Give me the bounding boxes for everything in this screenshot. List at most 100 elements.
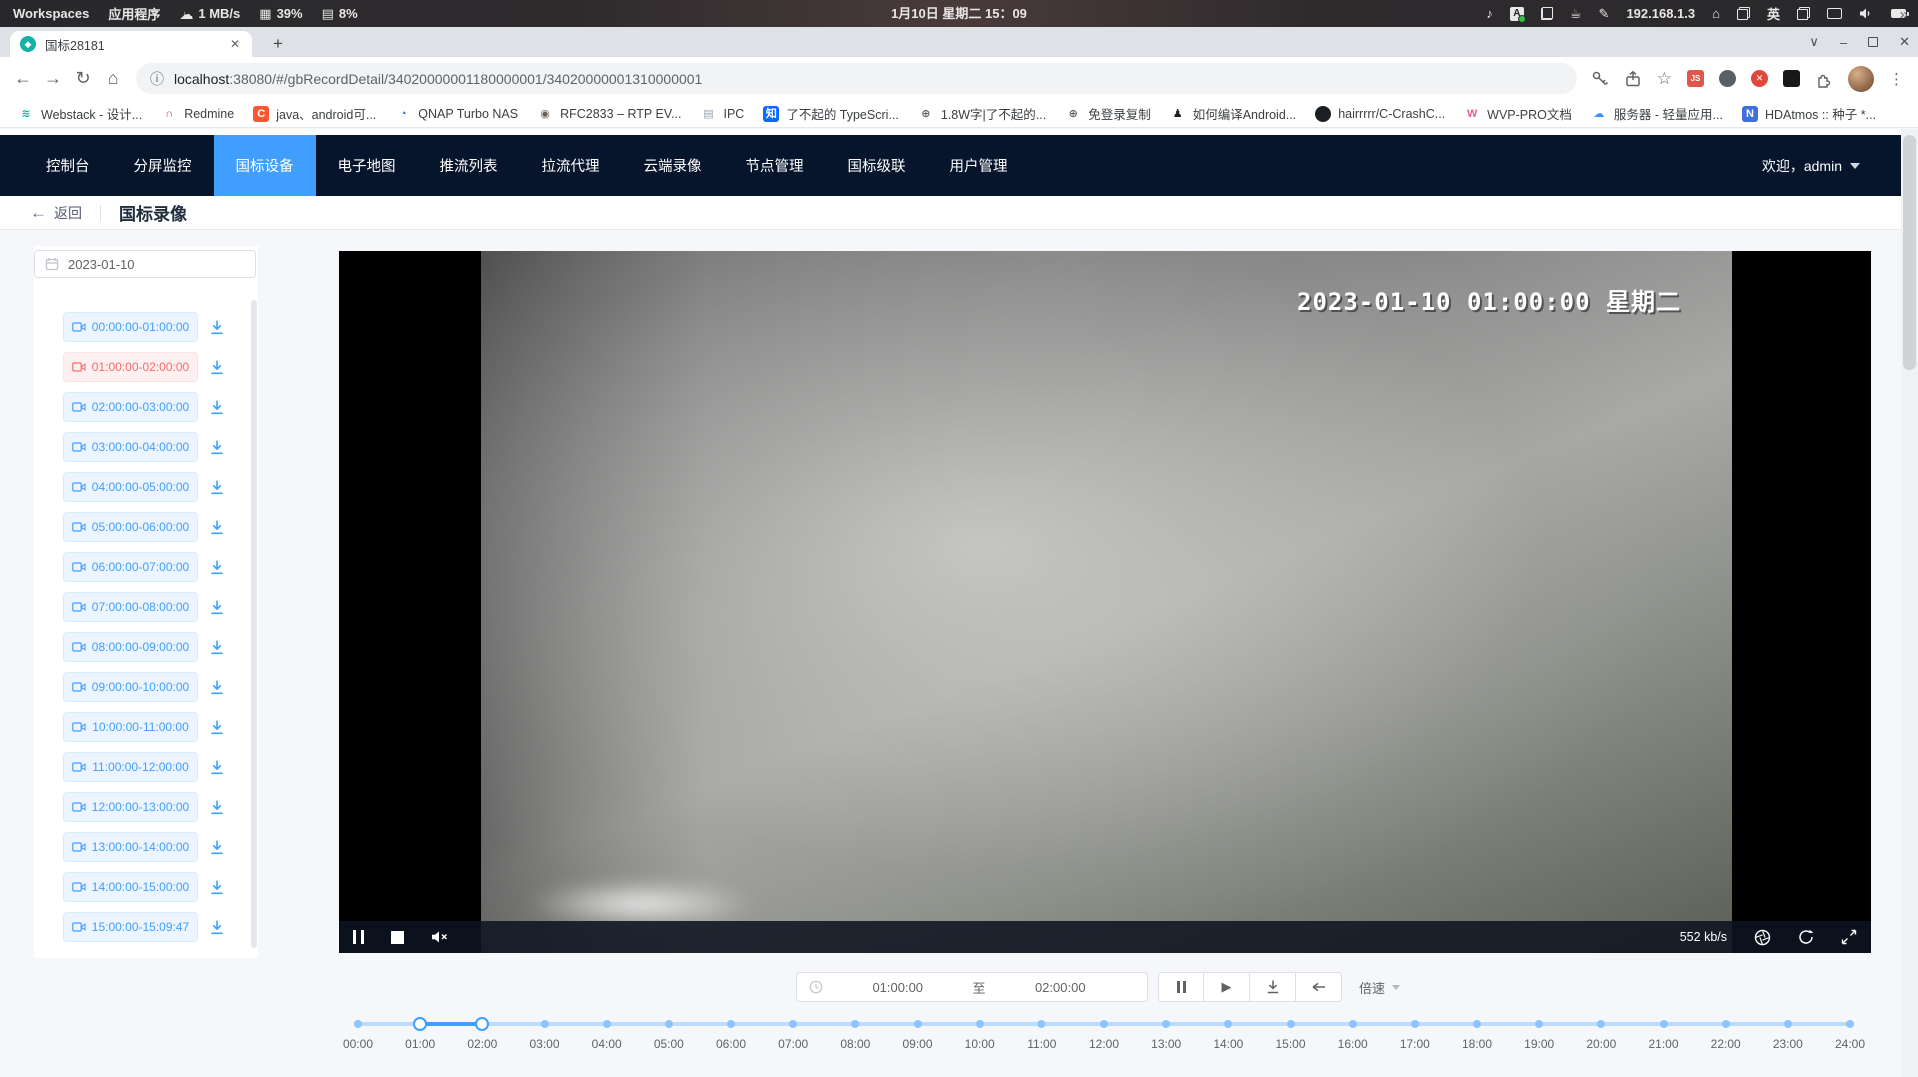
playback-speed-dropdown[interactable]: 倍速 xyxy=(1355,972,1404,1002)
address-bar[interactable]: ⓘ localhost:38080/#/gbRecordDetail/34020… xyxy=(136,63,1577,94)
back-link[interactable]: 返回 xyxy=(54,203,82,223)
refresh-icon[interactable] xyxy=(1798,929,1814,945)
recording-segment-button[interactable]: 01:00:00-02:00:00 xyxy=(63,352,198,382)
play-button[interactable]: ▶ xyxy=(1204,972,1250,1002)
page-scrollbar-thumb[interactable] xyxy=(1903,135,1916,370)
bookmark-item[interactable]: ◔ QNAP Turbo NAS xyxy=(387,102,526,126)
nav-item[interactable]: 控制台 xyxy=(24,135,112,196)
welcome-user-menu[interactable]: 欢迎，admin xyxy=(1762,135,1890,196)
date-picker-input[interactable]: 2023-01-10 xyxy=(34,250,256,278)
bookmark-item[interactable]: C java、android可... xyxy=(245,102,384,126)
bookmark-item[interactable]: ◉ RFC2833 – RTP EV... xyxy=(529,102,689,126)
nav-item[interactable]: 节点管理 xyxy=(724,135,826,196)
back-button[interactable]: ← xyxy=(8,64,38,94)
profile-avatar[interactable] xyxy=(1848,66,1874,92)
recording-segment-button[interactable]: 12:00:00-13:00:00 xyxy=(63,792,198,822)
download-segment-button[interactable] xyxy=(208,479,226,496)
bookmark-item[interactable]: ∩ Redmine xyxy=(153,102,242,126)
recording-segment-button[interactable]: 07:00:00-08:00:00 xyxy=(63,592,198,622)
site-info-icon[interactable]: ⓘ xyxy=(150,69,164,89)
bookmark-item[interactable]: ▤ IPC xyxy=(692,102,752,126)
download-segment-button[interactable] xyxy=(208,799,226,816)
recording-segment-button[interactable]: 13:00:00-14:00:00 xyxy=(63,832,198,862)
pause-icon[interactable] xyxy=(353,930,364,944)
seek-back-button[interactable] xyxy=(1296,972,1342,1002)
nav-item[interactable]: 推流列表 xyxy=(418,135,520,196)
download-segment-button[interactable] xyxy=(208,559,226,576)
stop-icon[interactable] xyxy=(391,931,404,944)
clock[interactable]: 1月10日 星期二 15：09 xyxy=(891,0,1027,27)
mute-icon[interactable] xyxy=(431,930,448,944)
fullscreen-icon[interactable] xyxy=(1841,929,1857,945)
display-icon[interactable] xyxy=(1827,8,1842,19)
window-close-button[interactable]: ✕ xyxy=(1899,34,1910,50)
download-segment-button[interactable] xyxy=(208,639,226,656)
browser-tab[interactable]: ◆ 国标28181 ✕ xyxy=(10,31,252,57)
start-time-value[interactable]: 01:00:00 xyxy=(823,980,973,995)
recording-segment-button[interactable]: 04:00:00-05:00:00 xyxy=(63,472,198,502)
nav-item[interactable]: 电子地图 xyxy=(316,135,418,196)
extensions-puzzle-icon[interactable] xyxy=(1815,70,1833,88)
bookmarks-overflow-button[interactable]: » xyxy=(1900,0,1908,28)
download-segment-button[interactable] xyxy=(208,439,226,456)
window-maximize-button[interactable] xyxy=(1868,37,1878,47)
recording-segment-button[interactable]: 05:00:00-06:00:00 xyxy=(63,512,198,542)
nav-item[interactable]: 国标设备 xyxy=(214,135,316,196)
nav-item[interactable]: 分屏监控 xyxy=(112,135,214,196)
bookmark-item[interactable]: W WVP-PRO文档 xyxy=(1456,102,1580,126)
timeline-handle[interactable] xyxy=(475,1017,489,1031)
end-time-value[interactable]: 02:00:00 xyxy=(986,980,1136,995)
nav-item[interactable]: 云端录像 xyxy=(622,135,724,196)
download-segment-button[interactable] xyxy=(208,839,226,856)
ip-address[interactable]: 192.168.1.3 xyxy=(1626,6,1695,21)
volume-icon[interactable] xyxy=(1859,7,1874,20)
forward-button[interactable]: → xyxy=(38,64,68,94)
bookmark-item[interactable]: N HDAtmos :: 种子 *... xyxy=(1734,102,1884,126)
download-segment-button[interactable] xyxy=(208,319,226,336)
workspaces-button[interactable]: Workspaces xyxy=(13,6,89,21)
back-arrow-icon[interactable]: ← xyxy=(30,203,47,223)
applications-menu[interactable]: 应用程序 xyxy=(108,4,160,23)
bookmark-item[interactable]: hairrrrr/C-CrashC... xyxy=(1307,102,1453,126)
extension-dark-icon[interactable] xyxy=(1783,70,1800,87)
pen-icon[interactable]: ✎ xyxy=(1599,7,1610,20)
bookmark-item[interactable]: ♟ 如何编译Android... xyxy=(1162,102,1305,126)
extension-adblock-icon[interactable]: ✕ xyxy=(1751,70,1768,87)
bookmark-item[interactable]: ⊕ 1.8W字|了不起的... xyxy=(910,102,1054,126)
pause-button[interactable] xyxy=(1158,972,1204,1002)
windows-stack-icon[interactable] xyxy=(1737,7,1750,20)
input-method-icon[interactable]: A xyxy=(1510,7,1524,21)
bookmark-item[interactable]: ≋ Webstack - 设计... xyxy=(10,102,150,126)
bookmark-item[interactable]: 知 了不起的 TypeScri... xyxy=(755,102,907,126)
bookmark-item[interactable]: ☁ 服务器 - 轻量应用... xyxy=(1583,102,1731,126)
home-network-icon[interactable]: ⌂ xyxy=(1712,7,1720,20)
nav-item[interactable]: 拉流代理 xyxy=(520,135,622,196)
download-button[interactable] xyxy=(1250,972,1296,1002)
extension-gray-icon[interactable] xyxy=(1719,70,1736,87)
page-scrollbar[interactable] xyxy=(1901,129,1918,1077)
extension-js-icon[interactable]: JS xyxy=(1687,70,1704,87)
recording-segment-button[interactable]: 02:00:00-03:00:00 xyxy=(63,392,198,422)
nav-item[interactable]: 国标级联 xyxy=(826,135,928,196)
share-icon[interactable] xyxy=(1624,70,1642,88)
snapshot-aperture-icon[interactable] xyxy=(1754,929,1771,946)
download-segment-button[interactable] xyxy=(208,759,226,776)
recording-segment-button[interactable]: 09:00:00-10:00:00 xyxy=(63,672,198,702)
download-segment-button[interactable] xyxy=(208,359,226,376)
playback-timeline[interactable]: 00:00 01:00 02:00 03:00 04:00 05:00 06:0… xyxy=(358,1010,1850,1065)
bookmark-star-icon[interactable]: ☆ xyxy=(1657,69,1672,89)
bookmark-item[interactable]: ⊕ 免登录复制 xyxy=(1057,102,1159,126)
recording-segment-button[interactable]: 15:00:00-15:09:47 xyxy=(63,912,198,942)
recording-segment-button[interactable]: 03:00:00-04:00:00 xyxy=(63,432,198,462)
clipboard-icon[interactable] xyxy=(1541,7,1553,20)
download-segment-button[interactable] xyxy=(208,679,226,696)
note-icon[interactable]: ♪ xyxy=(1486,7,1493,20)
download-segment-button[interactable] xyxy=(208,519,226,536)
workspace-switcher-icon[interactable] xyxy=(1797,7,1810,20)
nav-item[interactable]: 用户管理 xyxy=(928,135,1030,196)
password-key-icon[interactable] xyxy=(1591,70,1609,88)
reload-button[interactable]: ↻ xyxy=(68,64,98,94)
download-segment-button[interactable] xyxy=(208,879,226,896)
browser-menu-icon[interactable]: ⋮ xyxy=(1889,70,1904,88)
download-segment-button[interactable] xyxy=(208,599,226,616)
